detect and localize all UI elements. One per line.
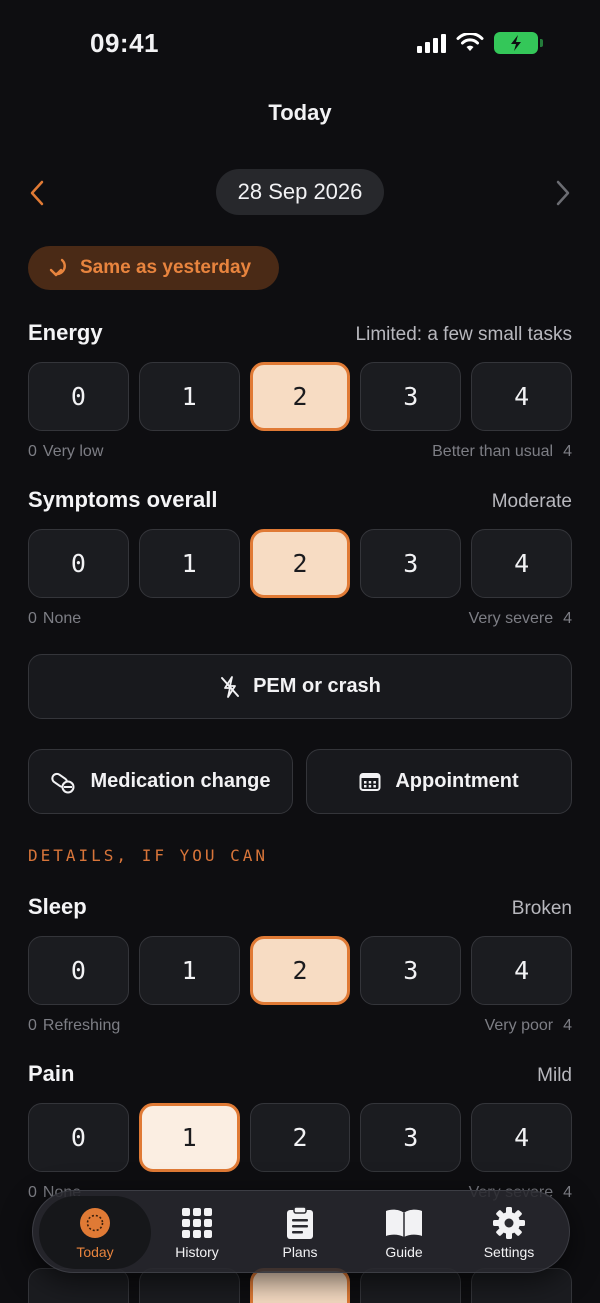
sun-icon	[80, 1207, 110, 1238]
medication-change-button[interactable]: Medication change	[28, 749, 293, 814]
status-time: 09:41	[90, 28, 159, 58]
tab-history-label: History	[175, 1243, 219, 1260]
cellular-signal-icon	[417, 33, 446, 53]
sleep-low-caption: 0 Refreshing	[28, 1017, 121, 1034]
symptoms-option-3[interactable]: 3	[360, 529, 462, 598]
symptoms-high-caption: Very severe 4	[468, 610, 572, 627]
energy-scale: 0 1 2 3 4	[28, 362, 572, 431]
sleep-option-3[interactable]: 3	[360, 936, 462, 1005]
pill-icon	[51, 772, 75, 793]
status-bar: 09:41	[0, 0, 600, 90]
grid-icon	[182, 1207, 212, 1238]
sleep-option-0[interactable]: 0	[28, 936, 129, 1005]
energy-option-0[interactable]: 0	[28, 362, 129, 431]
pain-value: Mild	[537, 1065, 572, 1086]
sleep-title: Sleep	[28, 894, 87, 919]
pain-option-0[interactable]: 0	[28, 1103, 129, 1172]
tab-bar: Today History Plans Guide Settings	[32, 1190, 570, 1273]
pain-option-1[interactable]: 1	[138, 1103, 240, 1172]
charging-bolt-icon	[511, 35, 521, 51]
same-as-yesterday-button[interactable]: Same as yesterday	[28, 246, 279, 290]
date-picker-button[interactable]: 28 Sep 2026	[216, 169, 384, 215]
crossed-bolt-icon	[221, 675, 240, 698]
tab-guide[interactable]: Guide	[352, 1191, 456, 1274]
pain-option-4[interactable]: 4	[471, 1103, 572, 1172]
energy-option-1[interactable]: 1	[138, 362, 240, 431]
tab-settings-label: Settings	[483, 1243, 535, 1260]
tab-history[interactable]: History	[145, 1191, 249, 1274]
symptoms-option-4[interactable]: 4	[471, 529, 572, 598]
gear-icon	[493, 1206, 525, 1239]
symptoms-value: Moderate	[491, 491, 572, 512]
energy-option-2[interactable]: 2	[249, 362, 351, 431]
next-day-button[interactable]	[548, 178, 578, 208]
energy-title: Energy	[28, 320, 103, 345]
tab-guide-label: Guide	[385, 1243, 423, 1260]
next-option-0[interactable]	[28, 1268, 129, 1303]
energy-option-3[interactable]: 3	[360, 362, 462, 431]
appointment-label: Appointment	[395, 770, 519, 792]
pem-or-crash-button[interactable]: PEM or crash	[28, 654, 572, 719]
battery-icon	[494, 32, 543, 54]
energy-section: Energy Limited: a few small tasks 0 1 2 …	[28, 320, 572, 461]
chevron-right-icon	[556, 180, 570, 206]
tab-settings[interactable]: Settings	[457, 1191, 561, 1274]
pain-title: Pain	[28, 1061, 75, 1086]
clipboard-icon	[287, 1205, 313, 1239]
tab-today-label: Today	[76, 1243, 114, 1260]
energy-high-caption: Better than usual 4	[432, 443, 572, 460]
symptoms-scale: 0 1 2 3 4	[28, 529, 572, 598]
status-icons	[417, 32, 543, 54]
symptoms-option-0[interactable]: 0	[28, 529, 129, 598]
page-title: Today	[268, 100, 332, 125]
symptoms-option-2[interactable]: 2	[249, 529, 351, 598]
previous-day-button[interactable]	[22, 178, 52, 208]
tab-today[interactable]: Today	[39, 1196, 151, 1269]
appointment-button[interactable]: Appointment	[306, 749, 572, 814]
tab-plans[interactable]: Plans	[248, 1191, 352, 1274]
undo-arrow-icon	[49, 258, 66, 277]
date-navigator: 28 Sep 2026	[0, 168, 600, 218]
sleep-high-caption: Very poor 4	[484, 1017, 572, 1034]
sleep-section: Sleep Broken 0 1 2 3 4 0 Refreshing Very …	[28, 894, 572, 1035]
details-section-label: DETAILS, IF YOU CAN	[28, 846, 269, 865]
energy-low-caption: 0 Very low	[28, 443, 104, 460]
symptoms-option-1[interactable]: 1	[138, 529, 240, 598]
chevron-left-icon	[30, 180, 44, 206]
symptoms-section: Symptoms overall Moderate 0 1 2 3 4 0 Non…	[28, 487, 572, 628]
same-as-yesterday-label: Same as yesterday	[80, 257, 252, 278]
book-icon	[386, 1209, 422, 1237]
energy-value: Limited: a few small tasks	[355, 324, 572, 345]
pain-section: Pain Mild 0 1 2 3 4 0None Very severe4	[28, 1061, 572, 1202]
symptoms-title: Symptoms overall	[28, 487, 218, 512]
sleep-option-1[interactable]: 1	[138, 936, 240, 1005]
sleep-option-2[interactable]: 2	[249, 936, 351, 1005]
pain-option-2[interactable]: 2	[249, 1103, 351, 1172]
calendar-icon	[359, 772, 381, 791]
pain-option-3[interactable]: 3	[360, 1103, 462, 1172]
pain-scale: 0 1 2 3 4	[28, 1103, 572, 1172]
wifi-icon	[456, 33, 484, 51]
symptoms-low-caption: 0 None	[28, 610, 82, 627]
medication-change-label: Medication change	[90, 770, 271, 792]
tab-plans-label: Plans	[282, 1243, 318, 1260]
sleep-value: Broken	[511, 898, 572, 919]
sleep-scale: 0 1 2 3 4	[28, 936, 572, 1005]
energy-option-4[interactable]: 4	[471, 362, 572, 431]
pem-or-crash-label: PEM or crash	[253, 675, 381, 697]
sleep-option-4[interactable]: 4	[471, 936, 572, 1005]
